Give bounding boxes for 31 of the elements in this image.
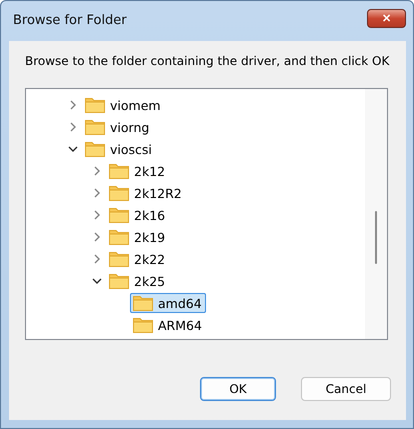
- tree-item[interactable]: viorng: [82, 117, 154, 137]
- scrollbar-thumb[interactable]: [375, 211, 377, 264]
- tree-item[interactable]: viomem: [82, 95, 165, 115]
- chevron-icon[interactable]: [92, 276, 102, 286]
- folder-icon: [85, 97, 105, 113]
- tree-item[interactable]: vioscsi: [82, 139, 156, 159]
- window-title: Browse for Folder: [13, 12, 127, 28]
- tree-item[interactable]: 2k12R2: [106, 183, 186, 203]
- folder-icon: [109, 185, 129, 201]
- tree-item[interactable]: 2k12: [106, 161, 170, 181]
- folder-icon: [133, 317, 153, 333]
- tree-item[interactable]: 2k16: [106, 205, 170, 225]
- folder-icon: [109, 207, 129, 223]
- close-button[interactable]: ✕: [367, 8, 406, 28]
- folder-icon: [85, 141, 105, 157]
- folder-icon: [109, 229, 129, 245]
- folder-icon: [85, 119, 105, 135]
- dialog-button[interactable]: Cancel: [301, 377, 391, 401]
- tree-item[interactable]: 2k25: [106, 271, 170, 291]
- tree-item[interactable]: 2k19: [106, 227, 170, 247]
- instruction-text: Browse to the folder containing the driver, and then click OK: [25, 54, 390, 68]
- chevron-icon[interactable]: [68, 144, 78, 154]
- tree-item[interactable]: 2k22: [106, 249, 170, 269]
- scrollbar[interactable]: [365, 89, 387, 339]
- tree-item[interactable]: ARM64: [130, 315, 206, 335]
- folder-icon: [109, 273, 129, 289]
- folder-icon: [109, 163, 129, 179]
- folder-icon: [109, 251, 129, 267]
- folder-icon: [133, 295, 153, 311]
- dialog-button[interactable]: OK: [200, 377, 276, 401]
- tree-item[interactable]: amd64: [130, 293, 206, 313]
